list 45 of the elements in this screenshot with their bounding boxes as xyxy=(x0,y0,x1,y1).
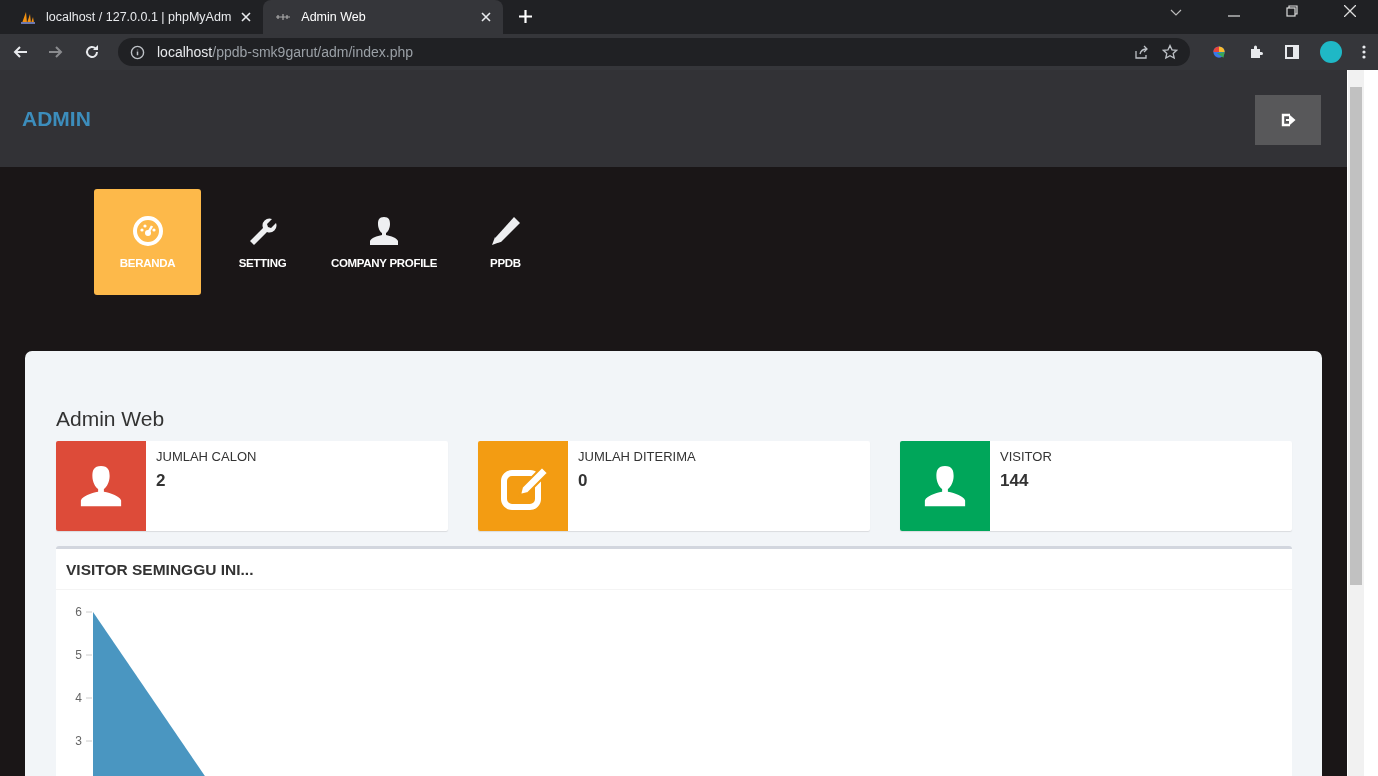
stat-label: JUMLAH DITERIMA xyxy=(578,449,696,464)
logout-icon xyxy=(1280,111,1296,128)
stat-label: VISITOR xyxy=(1000,449,1052,464)
browser-tab[interactable]: localhost / 127.0.0.1 | phpMyAdm xyxy=(8,0,264,34)
page-title: Admin Web xyxy=(56,407,166,431)
axis-label: 6 xyxy=(75,605,82,619)
profile-avatar[interactable] xyxy=(1320,41,1342,63)
browser-tab[interactable]: Admin Web xyxy=(263,0,504,34)
nav-item[interactable]: PPDB xyxy=(452,189,559,295)
chevron-icon[interactable] xyxy=(1170,9,1182,17)
new-tab-icon[interactable] xyxy=(519,10,533,23)
stat-value: 2 xyxy=(156,471,167,491)
stat-value: 0 xyxy=(578,471,589,491)
share-icon[interactable] xyxy=(1134,44,1150,60)
nav-item[interactable]: COMPANY PROFILE xyxy=(324,189,444,295)
star-icon[interactable] xyxy=(1162,44,1178,60)
user-icon xyxy=(368,215,400,247)
address-bar[interactable]: localhost/ppdb-smk9garut/adm/index.php xyxy=(118,38,1190,66)
user-icon xyxy=(922,463,968,509)
forward-icon[interactable] xyxy=(48,44,64,60)
chart-title: VISITOR SEMINGGU INI... xyxy=(66,561,254,578)
close-icon[interactable] xyxy=(241,12,252,22)
stat-label: JUMLAH CALON xyxy=(156,449,257,464)
logout-button[interactable] xyxy=(1255,94,1321,145)
url-text: localhost/ppdb-smk9garut/adm/index.php xyxy=(157,44,414,60)
restore-icon[interactable] xyxy=(1286,5,1298,17)
side-panel-icon[interactable] xyxy=(1284,44,1300,60)
menu-icon[interactable] xyxy=(1362,44,1366,60)
scrollbar[interactable] xyxy=(1348,70,1364,776)
user-icon xyxy=(78,463,124,509)
puzzle-icon[interactable] xyxy=(1248,44,1264,60)
extension-icon[interactable] xyxy=(1210,43,1228,61)
back-icon[interactable] xyxy=(12,44,28,60)
gauge-icon xyxy=(131,215,164,247)
reload-icon[interactable] xyxy=(84,44,100,60)
pencil-icon xyxy=(489,215,522,247)
axis-label: 4 xyxy=(75,691,82,705)
close-icon[interactable] xyxy=(481,12,492,22)
axis-label: 3 xyxy=(75,734,82,748)
info-icon xyxy=(130,44,145,60)
favicon-icon xyxy=(275,13,292,21)
axis-label: 5 xyxy=(75,648,82,662)
stat-value: 144 xyxy=(1000,471,1030,491)
close-icon[interactable] xyxy=(1344,5,1356,17)
nav-item[interactable]: SETTING xyxy=(209,189,316,295)
